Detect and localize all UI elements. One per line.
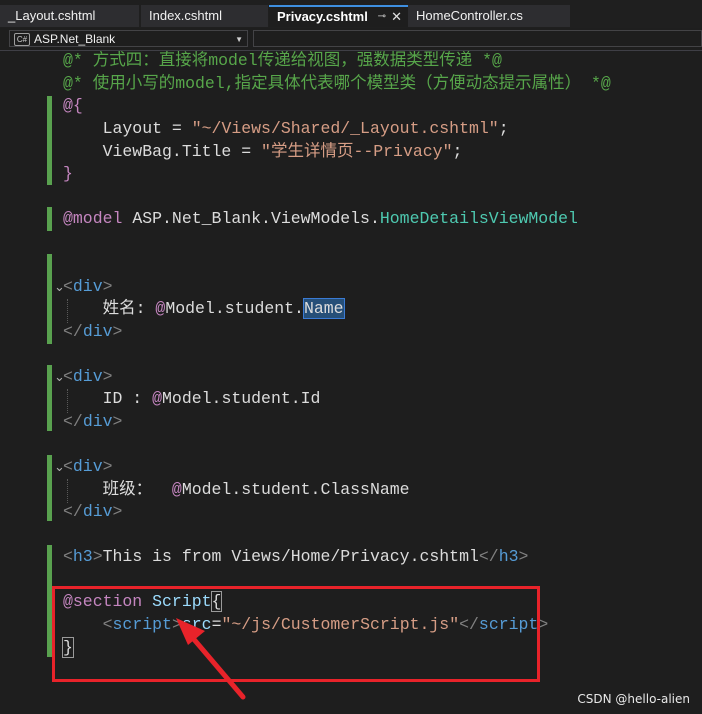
watermark: CSDN @hello-alien <box>577 692 690 706</box>
annotation-arrow <box>176 618 246 700</box>
